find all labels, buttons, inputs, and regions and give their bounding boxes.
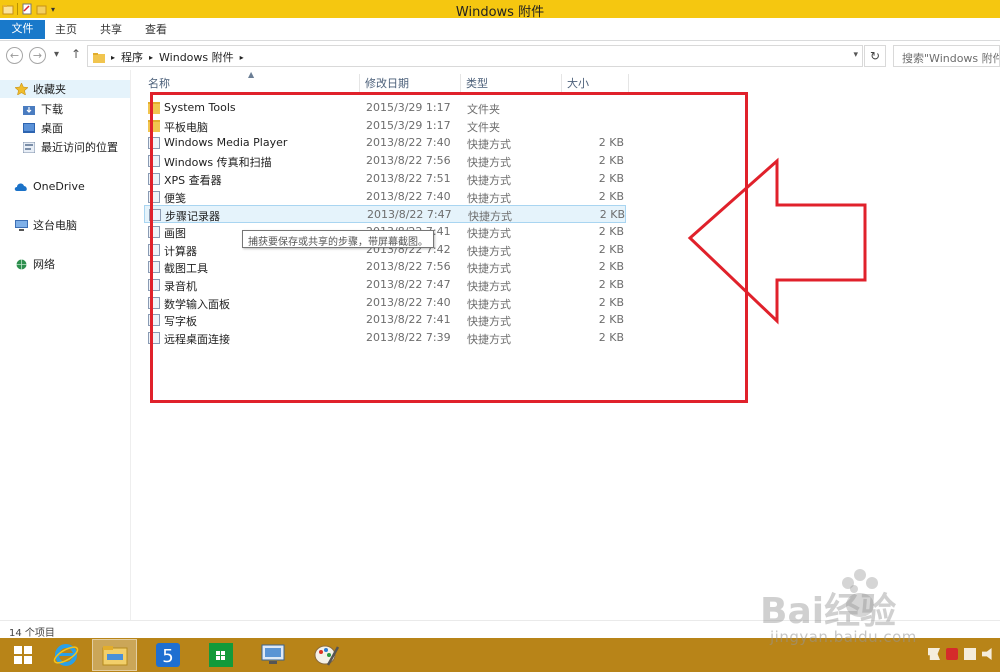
start-button[interactable] xyxy=(0,639,45,671)
folder-icon xyxy=(93,52,105,63)
system-tray xyxy=(928,648,994,660)
paint-icon xyxy=(314,645,339,666)
nav-item-favorites[interactable]: 收藏夹 xyxy=(0,80,130,98)
taskbar-store[interactable] xyxy=(198,639,243,671)
column-header-size[interactable]: 大小 xyxy=(563,74,629,94)
address-row: ← → ▾ ↑ ▸ 程序 ▸ Windows 附件 ▸ ▾ ↻ 搜索"Windo… xyxy=(0,42,1000,70)
nav-item-this-pc[interactable]: 这台电脑 xyxy=(14,216,77,234)
star-icon xyxy=(14,83,28,95)
nav-item-label: 下载 xyxy=(41,103,63,116)
app-5-icon: 5 xyxy=(155,643,180,667)
nav-item-label: OneDrive xyxy=(33,179,85,193)
recent-places-icon xyxy=(22,141,36,153)
forward-arrow-icon: → xyxy=(32,49,43,62)
nav-item-onedrive[interactable]: OneDrive xyxy=(14,177,85,195)
internet-explorer-icon xyxy=(53,644,78,666)
search-input[interactable]: 搜索"Windows 附件" xyxy=(893,45,1000,67)
taskbar-remote-app[interactable] xyxy=(251,639,296,671)
breadcrumb-programs[interactable]: 程序 xyxy=(121,49,143,65)
column-header-name[interactable]: 名称 xyxy=(144,74,360,94)
onedrive-icon xyxy=(14,180,28,192)
remote-desktop-icon xyxy=(261,644,284,664)
nav-item-label: 网络 xyxy=(33,258,55,271)
tab-file[interactable]: 文件 xyxy=(0,20,45,39)
breadcrumb-accessories[interactable]: Windows 附件 xyxy=(159,49,234,65)
security-icon[interactable] xyxy=(946,648,958,660)
download-folder-icon xyxy=(22,103,36,115)
taskbar-file-explorer[interactable] xyxy=(92,639,137,671)
windows-logo-icon xyxy=(13,646,32,664)
network-status-icon[interactable] xyxy=(964,648,976,660)
network-icon xyxy=(14,258,28,270)
refresh-icon: ↻ xyxy=(869,49,881,63)
desktop-icon xyxy=(22,122,36,134)
up-button[interactable]: ↑ xyxy=(71,47,81,61)
column-header-date[interactable]: 修改日期 xyxy=(361,74,461,94)
ribbon-tabs: 文件 主页 共享 查看 xyxy=(0,18,1000,41)
tab-share[interactable]: 共享 xyxy=(95,21,127,39)
recent-locations-dropdown[interactable]: ▾ xyxy=(54,49,59,60)
volume-icon[interactable] xyxy=(982,648,992,660)
back-button[interactable]: ← xyxy=(6,47,23,64)
navigation-pane: 收藏夹 下载 桌面 最近访问的位置 OneDrive 这台电脑 网络 xyxy=(0,70,131,620)
file-explorer-icon xyxy=(102,646,127,666)
nav-item-recent-places[interactable]: 最近访问的位置 xyxy=(22,138,118,156)
forward-button[interactable]: → xyxy=(29,47,46,64)
nav-item-label: 桌面 xyxy=(41,122,63,135)
breadcrumb-separator: ▸ xyxy=(149,52,154,62)
flag-icon[interactable] xyxy=(928,648,940,660)
back-arrow-icon: ← xyxy=(9,49,20,62)
nav-item-downloads[interactable]: 下载 xyxy=(22,100,63,118)
nav-item-label: 最近访问的位置 xyxy=(41,141,118,154)
refresh-button[interactable]: ↻ xyxy=(864,45,886,67)
title-bar: ▾ Windows 附件 xyxy=(0,0,1000,20)
taskbar-app-5[interactable]: 5 xyxy=(145,639,190,671)
address-bar[interactable]: ▸ 程序 ▸ Windows 附件 ▸ ▾ xyxy=(87,45,863,67)
item-count: 14 个项目 xyxy=(9,628,55,639)
breadcrumb-separator: ▸ xyxy=(239,52,244,62)
nav-item-label: 这台电脑 xyxy=(33,219,77,232)
nav-item-desktop[interactable]: 桌面 xyxy=(22,119,63,137)
tab-home[interactable]: 主页 xyxy=(50,21,82,39)
taskbar-internet-explorer[interactable] xyxy=(43,639,88,671)
annotation-rectangle xyxy=(150,92,748,403)
column-header-type[interactable]: 类型 xyxy=(462,74,562,94)
address-dropdown-icon[interactable]: ▾ xyxy=(853,50,858,60)
annotation-arrow-icon xyxy=(687,157,867,325)
breadcrumb-separator: ▸ xyxy=(111,52,116,62)
store-icon xyxy=(208,643,233,667)
nav-item-network[interactable]: 网络 xyxy=(14,255,55,273)
computer-icon xyxy=(14,219,28,231)
watermark-text: jingyan.baidu.com xyxy=(770,628,917,646)
taskbar-paint[interactable] xyxy=(304,639,349,671)
nav-item-label: 收藏夹 xyxy=(33,83,66,96)
tab-view[interactable]: 查看 xyxy=(140,21,172,39)
svg-text:5: 5 xyxy=(162,646,173,667)
